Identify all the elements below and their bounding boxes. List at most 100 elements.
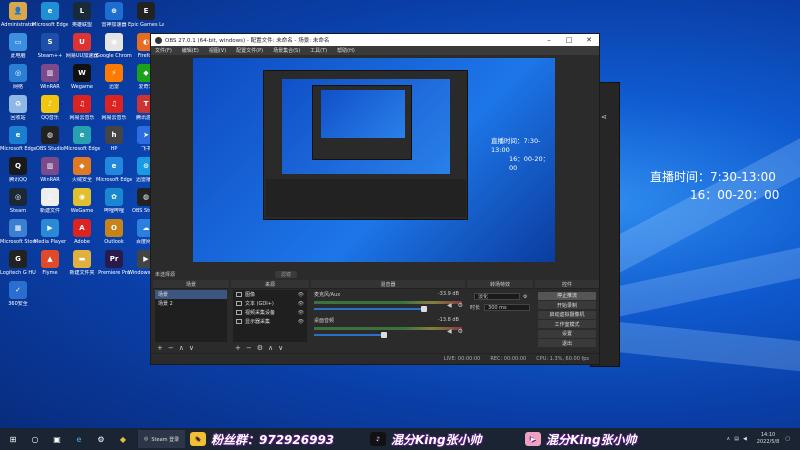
add-source-icon[interactable]: + [235,344,241,352]
visibility-eye-icon[interactable]: 👁 [298,292,304,298]
filter-button[interactable]: 滤镜 [275,270,298,278]
settings-taskbar-icon[interactable]: ⚙ [94,432,108,446]
desktop-shortcut[interactable]: Pr Premiere Pro [98,250,130,286]
obs-titlebar[interactable]: OBS 27.0.1 (64-bit, windows) - 配置文件: 未命名… [151,34,599,46]
speaker-icon[interactable]: ◀ [447,302,453,309]
menu-edit[interactable]: 编辑(E) [182,47,199,54]
search-icon[interactable]: ○ [28,432,42,446]
transition-gear-icon[interactable]: ⚙ [523,294,527,300]
channel-name: 桌面音频 [314,318,335,324]
overlay-line1: 直播时间：7:30-13:00 [650,170,776,184]
steam-taskbar-button[interactable]: ◎ Steam 登录 [138,430,186,448]
gear-icon[interactable]: ⚙ [458,302,463,309]
source-item[interactable]: 视频采集设备 👁 [233,308,307,317]
controls-dock-title: 控件 [535,280,599,289]
adobe-icon: A [73,219,91,237]
fan-group-banner: ★ 粉丝群：972926993 [190,430,334,448]
ghub-icon: G [9,250,27,268]
gear-icon[interactable]: ⚙ [458,328,463,335]
studio-mode-button[interactable]: 工作室模式 [538,320,596,328]
maximize-icon[interactable]: □ [559,36,579,44]
volume-slider[interactable] [314,332,387,338]
desktop-shortcut-label: 雷神加速器 [101,22,127,28]
edge-taskbar-icon[interactable]: e [72,432,86,446]
virtual-camera-button[interactable]: 启动虚拟摄像机 [538,310,596,319]
scene-item[interactable]: 场景 [155,290,227,299]
app-taskbar-icon[interactable]: ◆ [116,432,130,446]
duration-input[interactable]: 300 ms [484,304,530,311]
stop-streaming-button[interactable]: 停止推流 [538,291,596,300]
volume-slider[interactable] [314,306,427,312]
menu-view[interactable]: 视图(V) [209,47,226,54]
preview-line2: 16：00-20：00 [509,155,550,172]
scene-item[interactable]: 场景 2 [155,299,227,308]
steam-icon: ◎ [9,188,27,206]
move-down-icon[interactable]: ∨ [278,344,283,352]
desktop-shortcut-label: 网易云音乐 [101,115,127,121]
menu-scene-collection[interactable]: 场景集合(S) [273,47,300,54]
chrome-icon: ◉ [105,33,123,51]
nested-docks [266,179,466,217]
menu-help[interactable]: 帮助(H) [337,47,355,54]
source-item[interactable]: 文本 (GDI+) 👁 [233,299,307,308]
remove-source-icon[interactable]: − [246,344,252,352]
flyme-icon: ▲ [41,250,59,268]
scenes-dock: 场景 场景 场景 2 + − ∧ ∨ [153,280,229,352]
obs-statusbar: LIVE: 00:00:00 REC: 00:00:00 CPU: 1.3%, … [151,353,599,364]
desktop-shortcut-label: 新建文件夹 [69,270,95,276]
network-icon[interactable]: ▤ [734,436,739,442]
user-folder-icon: 👤 [9,2,27,20]
source-item[interactable]: 显示器采集 👁 [233,317,307,326]
netease2-icon: ♫ [105,95,123,113]
slider-knob[interactable] [421,306,427,312]
desktop-shortcut-label: 回收站 [10,115,26,121]
desktop-shortcut[interactable]: ✓ 360安全 [2,281,34,317]
volume-meter [314,301,462,304]
exit-button[interactable]: 退出 [538,339,596,347]
image-source-icon [236,292,242,297]
notification-icon[interactable]: ▢ [785,436,790,442]
volume-icon[interactable]: ◀ [743,436,747,442]
sources-dock-title: 来源 [231,280,309,289]
visibility-eye-icon[interactable]: 👁 [298,310,304,316]
minimize-icon[interactable]: – [539,36,559,44]
obs-preview-canvas[interactable]: 直播时间：7:30-13:00 16：00-20：00 [193,58,555,262]
source-item[interactable]: 图像 👁 [233,290,307,299]
windows-start-icon[interactable]: ⊞ [6,432,20,446]
text-source-icon [236,301,242,306]
douyin-text: 混分King张小帅 [391,432,482,447]
move-down-icon[interactable]: ∨ [189,344,194,352]
wegame2-icon: ◉ [73,188,91,206]
visibility-eye-icon[interactable]: 👁 [298,319,304,325]
transition-type-row: 淡化 ⚙ [467,291,533,302]
media-icon: ▶ [41,219,59,237]
visibility-eye-icon[interactable]: 👁 [298,301,304,307]
menu-profile[interactable]: 配置文件(P) [236,47,263,54]
store-icon: ▦ [9,219,27,237]
speaker-icon[interactable]: ◀ [447,328,453,335]
task-view-icon[interactable]: ▣ [50,432,64,446]
source-label: 文本 (GDI+) [245,301,274,307]
desktop-shortcut[interactable]: ▲ Flyme [34,250,66,286]
menu-tools[interactable]: 工具(T) [310,47,327,54]
controls-dock: 控件 停止推流 开始录制 启动虚拟摄像机 工作室模式 设置 退出 [535,280,599,352]
add-scene-icon[interactable]: + [157,344,163,352]
share-icon[interactable]: ⋖ [601,113,607,121]
tray-overflow-icon[interactable]: ∧ [727,436,731,442]
close-icon[interactable]: ✕ [579,36,599,44]
settings-button[interactable]: 设置 [538,329,596,338]
douyin-icon: ♪ [370,432,386,446]
remove-scene-icon[interactable]: − [168,344,174,352]
move-up-icon[interactable]: ∧ [179,344,184,352]
transition-select[interactable]: 淡化 [474,293,520,300]
source-settings-gear-icon[interactable]: ⚙ [257,344,263,352]
start-recording-button[interactable]: 开始录制 [538,301,596,309]
edge3-icon: e [73,126,91,144]
desktop-shortcut-label: 网络 [12,84,23,90]
move-up-icon[interactable]: ∧ [268,344,273,352]
desktop-shortcut[interactable]: ▬ 新建文件夹 [66,250,98,286]
steam-label: Steam 登录 [151,436,180,443]
tray-clock[interactable]: 14:10 2022/5/8 [757,432,779,446]
menu-file[interactable]: 文件(F) [155,47,172,54]
slider-knob[interactable] [381,332,387,338]
